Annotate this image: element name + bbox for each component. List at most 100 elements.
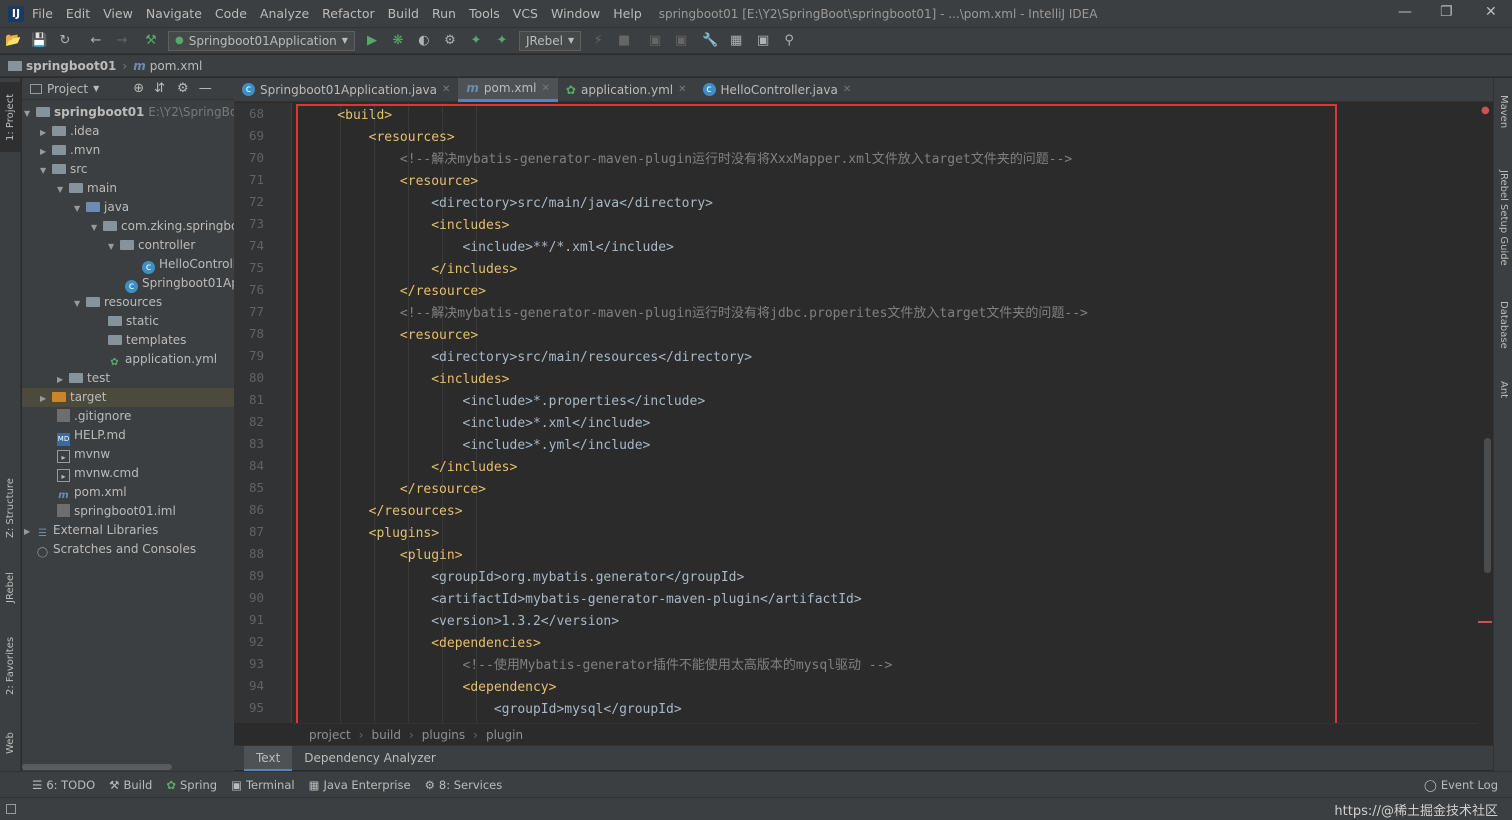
todo-tool-button[interactable]: ☰ 6: TODO xyxy=(32,778,95,792)
back-icon[interactable]: ← xyxy=(88,33,104,49)
menu-window[interactable]: Window xyxy=(551,6,600,21)
tree-node-idea[interactable]: ▶ .idea xyxy=(40,122,100,141)
menu-run[interactable]: Run xyxy=(432,6,456,21)
status-window-icon[interactable] xyxy=(6,804,16,814)
tree-node-static[interactable]: static xyxy=(108,312,159,331)
tree-node-pom-xml[interactable]: m pom.xml xyxy=(57,483,126,502)
tree-node-mvnw[interactable]: ▸ mvnw xyxy=(57,445,110,464)
forward-icon[interactable]: → xyxy=(114,33,130,49)
web-tool-tab[interactable]: Web xyxy=(0,718,21,768)
tree-node-target[interactable]: ▶ target xyxy=(22,388,234,407)
tree-node-package[interactable]: ▼ com.zking.springbo xyxy=(91,217,238,236)
close-tab-icon[interactable]: ✕ xyxy=(542,83,550,94)
menu-code[interactable]: Code xyxy=(215,6,247,21)
java-enterprise-tool-button[interactable]: ▦ Java Enterprise xyxy=(309,778,411,792)
maven-tool-tab[interactable]: Maven xyxy=(1494,82,1512,142)
tree-node-test[interactable]: ▶ test xyxy=(57,369,110,388)
run-icon[interactable]: ▶ xyxy=(364,33,380,49)
menu-refactor[interactable]: Refactor xyxy=(322,6,374,21)
terminal-tool-button[interactable]: ▣ Terminal xyxy=(231,778,294,792)
build-hammer-icon[interactable]: ⚒ xyxy=(143,33,159,49)
settings-wrench-icon[interactable]: 🔧 xyxy=(702,33,718,49)
jrebel-run-icon[interactable]: ✦ xyxy=(468,33,484,49)
profile-icon[interactable]: ⚙ xyxy=(442,33,458,49)
event-log-button[interactable]: ◯ Event Log xyxy=(1424,778,1498,792)
horizontal-scrollbar[interactable] xyxy=(22,764,172,770)
collapse-all-icon[interactable]: ⇵ xyxy=(154,81,165,96)
tree-node-iml[interactable]: springboot01.iml xyxy=(57,502,176,521)
save-icon[interactable]: 💾 xyxy=(31,33,47,49)
error-indicator-icon[interactable]: ● xyxy=(1481,105,1490,116)
services-tool-button[interactable]: ⚙ 8: Services xyxy=(425,778,503,792)
jrebel-select[interactable]: JRebel ▼ xyxy=(518,30,582,51)
tree-node-gitignore[interactable]: .gitignore xyxy=(57,407,131,426)
jrebel-tool-tab[interactable]: JRebel xyxy=(0,558,21,618)
menu-edit[interactable]: Edit xyxy=(66,6,90,21)
nav-project[interactable]: springboot01 xyxy=(26,59,116,73)
tree-node-mvnw-cmd[interactable]: ▸ mvnw.cmd xyxy=(57,464,139,483)
menu-build[interactable]: Build xyxy=(388,6,419,21)
menu-file[interactable]: File xyxy=(32,6,53,21)
tab-hellocontroller[interactable]: c HelloController.java ✕ xyxy=(695,78,860,102)
update-icon[interactable]: ⚡ xyxy=(590,33,606,49)
tree-node-hellocontroller[interactable]: c HelloControll xyxy=(142,255,236,274)
stop-icon[interactable]: ■ xyxy=(616,33,632,49)
coverage-icon[interactable]: ◐ xyxy=(416,33,432,49)
breadcrumb-plugins[interactable]: plugins xyxy=(422,728,465,742)
open-folder-icon[interactable]: 📂 xyxy=(5,33,21,49)
build-tool-button[interactable]: ⚒ Build xyxy=(109,778,152,792)
menu-view[interactable]: View xyxy=(103,6,133,21)
tab-text[interactable]: Text xyxy=(244,745,293,771)
menu-navigate[interactable]: Navigate xyxy=(146,6,202,21)
tree-node-src[interactable]: ▼ src xyxy=(40,160,88,179)
tree-node-springboot01app[interactable]: c Springboot01Ap xyxy=(125,274,239,293)
tab-springboot01application[interactable]: c Springboot01Application.java ✕ xyxy=(234,78,458,102)
run-configuration-select[interactable]: ● Springboot01Application ▼ xyxy=(168,30,355,51)
error-stripe-mark[interactable] xyxy=(1478,621,1492,623)
sync-icon[interactable]: ↻ xyxy=(57,33,73,49)
tree-node-mvn[interactable]: ▶ .mvn xyxy=(40,141,100,160)
maximize-icon[interactable]: ❐ xyxy=(1440,4,1453,20)
tree-node-application-yml[interactable]: ✿ application.yml xyxy=(108,350,217,369)
close-icon[interactable]: ✕ xyxy=(1485,4,1497,20)
project-view-select[interactable]: Project xyxy=(47,82,88,96)
project-structure-icon[interactable]: ▦ xyxy=(728,33,744,49)
tab-pom-xml[interactable]: m pom.xml ✕ xyxy=(458,77,558,102)
tree-node-templates[interactable]: templates xyxy=(108,331,186,350)
database-tool-tab[interactable]: Database xyxy=(1494,290,1512,360)
tree-node-resources[interactable]: ▼ resources xyxy=(74,293,162,312)
jrebel-debug-icon[interactable]: ✦ xyxy=(494,33,510,49)
tree-node-controller[interactable]: ▼ controller xyxy=(108,236,195,255)
menu-vcs[interactable]: VCS xyxy=(513,6,538,21)
debug-icon[interactable]: ❋ xyxy=(390,33,406,49)
minimize-icon[interactable]: — xyxy=(1398,4,1412,20)
hide-icon[interactable]: — xyxy=(199,81,212,96)
menu-analyze[interactable]: Analyze xyxy=(260,6,309,21)
scrollbar-thumb[interactable] xyxy=(1484,438,1491,573)
ant-tool-tab[interactable]: Ant xyxy=(1494,370,1512,410)
breadcrumb-project[interactable]: project xyxy=(309,728,351,742)
breadcrumb-plugin[interactable]: plugin xyxy=(486,728,523,742)
chevron-down-icon[interactable]: ▼ xyxy=(93,84,99,93)
close-tab-icon[interactable]: ✕ xyxy=(678,84,686,95)
close-tab-icon[interactable]: ✕ xyxy=(843,84,851,95)
close-tab-icon[interactable]: ✕ xyxy=(442,84,450,95)
editor-scrollbar[interactable]: ● xyxy=(1478,103,1493,723)
tree-node-springboot01[interactable]: ▼ springboot01 E:\Y2\SpringBoot xyxy=(24,103,249,122)
remote-icon[interactable]: ▣ xyxy=(673,33,689,49)
tree-node-main[interactable]: ▼ main xyxy=(57,179,117,198)
locate-icon[interactable]: ⊕ xyxy=(133,81,144,96)
tab-dependency-analyzer[interactable]: Dependency Analyzer xyxy=(292,746,448,771)
tree-node-java[interactable]: ▼ java xyxy=(74,198,129,217)
tree-node-help-md[interactable]: MD HELP.md xyxy=(57,426,126,446)
window-icon[interactable]: ▣ xyxy=(755,33,771,49)
menu-help[interactable]: Help xyxy=(613,6,642,21)
project-tool-tab[interactable]: 1: Project xyxy=(0,82,21,152)
search-icon[interactable]: ⚲ xyxy=(781,33,797,49)
favorites-tool-tab[interactable]: 2: Favorites xyxy=(0,626,21,706)
tab-application-yml[interactable]: ✿ application.yml ✕ xyxy=(558,78,695,102)
breadcrumb-build[interactable]: build xyxy=(371,728,401,742)
tree-node-external-libraries[interactable]: ▶ ☰ External Libraries xyxy=(24,521,158,540)
menu-tools[interactable]: Tools xyxy=(469,6,500,21)
jrebel-setup-guide-tab[interactable]: JRebel Setup Guide xyxy=(1494,158,1512,278)
